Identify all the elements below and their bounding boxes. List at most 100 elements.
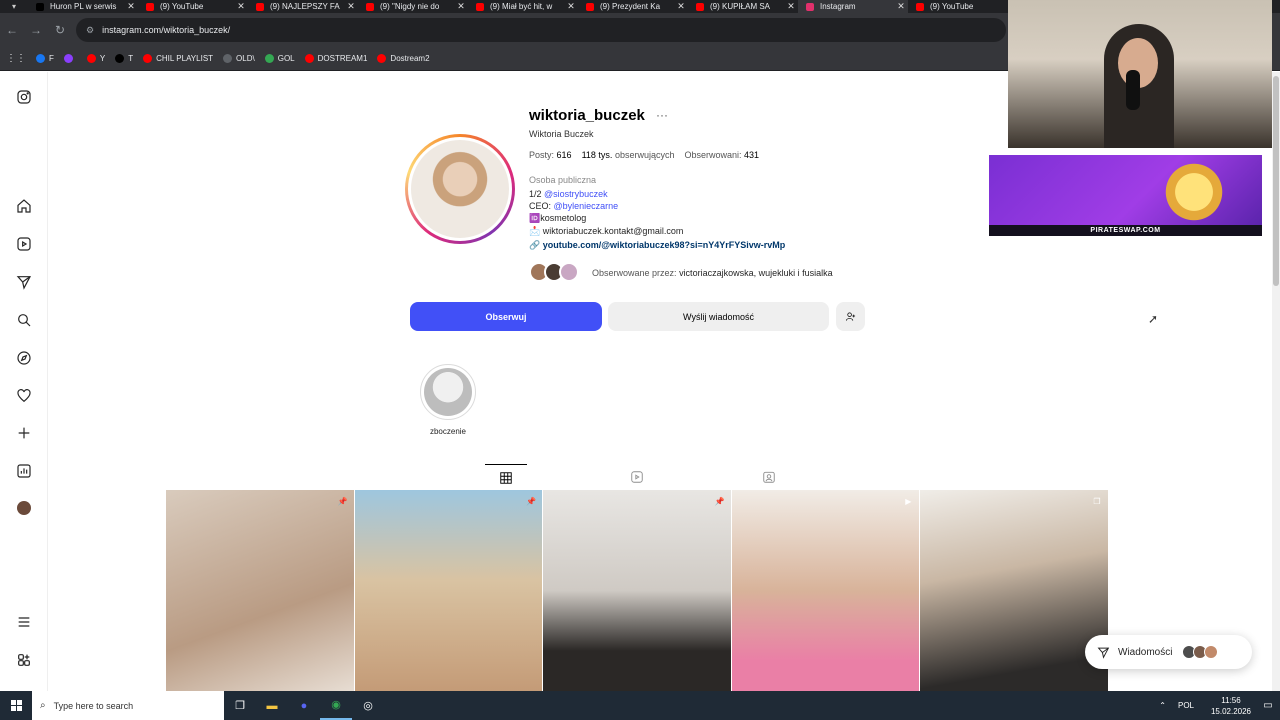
direct-messages-icon[interactable] [14,272,34,292]
browser-tab[interactable]: (9) YouTube ✕ [138,0,248,13]
search-icon[interactable] [14,310,34,330]
browser-tab[interactable]: (9) Miał być hit, w ✕ [468,0,578,13]
browser-tab[interactable]: (9) YouTube✕ [908,0,1018,13]
bookmark-item[interactable]: Y [86,54,105,63]
address-bar[interactable]: ⚙ instagram.com/wiktoria_buczek/ [76,18,1006,42]
post-thumbnail[interactable]: ❐ [920,490,1108,691]
send-message-button[interactable]: Wyślij wiadomość [608,302,829,331]
notifications-icon[interactable]: ▭ [1256,700,1280,711]
chrome-icon[interactable]: ◉ [320,691,352,720]
discord-icon[interactable]: ● [288,691,320,720]
followed-by-avatars[interactable] [529,262,579,282]
page-scrollbar[interactable] [1272,72,1280,691]
dashboard-icon[interactable] [14,461,34,481]
post-thumbnail[interactable]: ▶ [731,490,920,691]
browser-tab[interactable]: Instagram ✕ [798,0,908,13]
following-stat[interactable]: Obserwowani: 431 [684,150,759,160]
home-icon[interactable] [14,196,34,216]
task-view-icon[interactable]: ❐ [224,691,256,720]
profile-picture[interactable] [405,134,515,244]
site-info-icon[interactable]: ⚙ [86,25,94,36]
start-button[interactable] [0,691,32,720]
follow-button[interactable]: Obserwuj [410,302,602,331]
highlight-cover [424,368,472,416]
notifications-heart-icon[interactable] [14,386,34,406]
explore-icon[interactable] [14,348,34,368]
also-from-meta-icon[interactable] [14,650,34,670]
followed-by-text[interactable]: Obserwowane przez: victoriaczajkowska, w… [592,268,833,278]
forward-icon[interactable]: → [24,18,48,42]
tab-reels[interactable] [616,464,658,490]
clock[interactable]: 11:56 15.02.2026 [1206,695,1256,717]
clock-date: 15.02.2026 [1210,706,1252,716]
taskbar-search[interactable]: ⌕ Type here to search [32,691,224,720]
reload-icon[interactable]: ↻ [48,18,72,42]
reels-icon[interactable] [14,234,34,254]
mention-bylenieczarne[interactable]: @bylenieczarne [554,201,619,211]
tab-close-icon[interactable]: ✕ [124,1,138,12]
tab-favicon-icon [696,2,704,11]
tab-close-icon[interactable]: ✕ [564,1,578,12]
paper-plane-icon [1097,647,1110,659]
browser-tab[interactable]: (9) Prezydent Ka ✕ [578,0,688,13]
sponsor-banner: PIRATESWAP.COM [989,155,1262,236]
bookmark-label: CHIL PLAYLIST [156,54,214,63]
post-thumbnail[interactable]: 📌 [354,490,543,691]
tab-title: (9) YouTube [160,2,204,11]
apps-grid-icon[interactable]: ⋮⋮ [6,53,26,64]
bookmark-item[interactable]: DOSTREAM1 [304,54,367,63]
tab-close-icon[interactable]: ✕ [894,1,908,12]
bookmark-item[interactable]: F [36,54,54,63]
bio-line-2: CEO: @bylenieczarne [529,201,619,211]
browser-tab[interactable]: Huron PL w serwis ✕ [28,0,138,13]
tab-posts[interactable] [485,464,527,490]
bookmark-item[interactable]: GOL [264,54,295,63]
suggested-users-button[interactable] [836,302,865,331]
bookmark-item[interactable]: Dostream2 [377,54,430,63]
tab-close-icon[interactable]: ✕ [234,1,248,12]
story-highlight[interactable] [420,364,476,420]
followers-stat[interactable]: 118 tys. obserwujących [582,150,675,160]
browser-tab[interactable]: (9) NAJLEPSZY FA ✕ [248,0,358,13]
profile-avatar-icon[interactable] [14,498,34,518]
messages-label: Wiadomości [1118,646,1173,658]
browser-tab[interactable]: (9) KUPIŁAM SA ✕ [688,0,798,13]
file-explorer-icon[interactable]: ▬ [256,691,288,720]
create-plus-icon[interactable] [14,423,34,443]
tab-favicon-icon [916,2,924,11]
language-indicator[interactable]: POL [1178,701,1194,710]
profile-photo [408,137,512,241]
tab-close-icon[interactable]: ✕ [784,1,798,12]
tab-favicon-icon [806,2,814,11]
bookmark-item[interactable]: CHIL PLAYLIST [143,54,213,63]
tray-chevron-icon[interactable]: ⌃ [1159,701,1166,710]
posts-grid: 📌 📌 📌 ▶ ❐ [166,490,1108,691]
obs-icon[interactable]: ◎ [352,691,384,720]
url-text: instagram.com/wiktoria_buczek/ [102,25,231,35]
tab-title: Huron PL w serwis [50,2,117,11]
menu-hamburger-icon[interactable] [14,612,34,632]
messages-pill[interactable]: Wiadomości [1085,635,1252,669]
mouse-cursor-icon: ➚ [1148,312,1159,326]
tab-close-icon[interactable]: ✕ [344,1,358,12]
tab-close-icon[interactable]: ✕ [674,1,688,12]
instagram-logo-icon[interactable] [14,87,34,107]
browser-tab[interactable]: (9) "Nigdy nie do ✕ [358,0,468,13]
back-icon[interactable]: ← [0,18,24,42]
bookmark-label: OLD\ [236,54,255,63]
bookmark-item[interactable]: T [115,54,133,63]
tab-favicon-icon [366,2,374,11]
bookmark-item[interactable]: OLD\ [223,54,255,63]
tab-tagged[interactable] [748,464,790,490]
scrollbar-thumb[interactable] [1273,76,1279,286]
tab-search-icon[interactable]: ▾ [0,0,28,13]
tab-close-icon[interactable]: ✕ [454,1,468,12]
mention-siostrybuczek[interactable]: @siostrybuczek [544,189,608,199]
pinned-icon: 📌 [337,496,348,506]
bio-external-link[interactable]: 🔗 youtube.com/@wiktoriabuczek98?si=nY4Yr… [529,240,785,251]
post-thumbnail[interactable]: 📌 [543,490,731,691]
mutual-avatar [559,262,579,282]
post-thumbnail[interactable]: 📌 [166,490,354,691]
more-options-icon[interactable]: ··· [656,108,668,122]
bookmark-item[interactable] [63,54,77,63]
